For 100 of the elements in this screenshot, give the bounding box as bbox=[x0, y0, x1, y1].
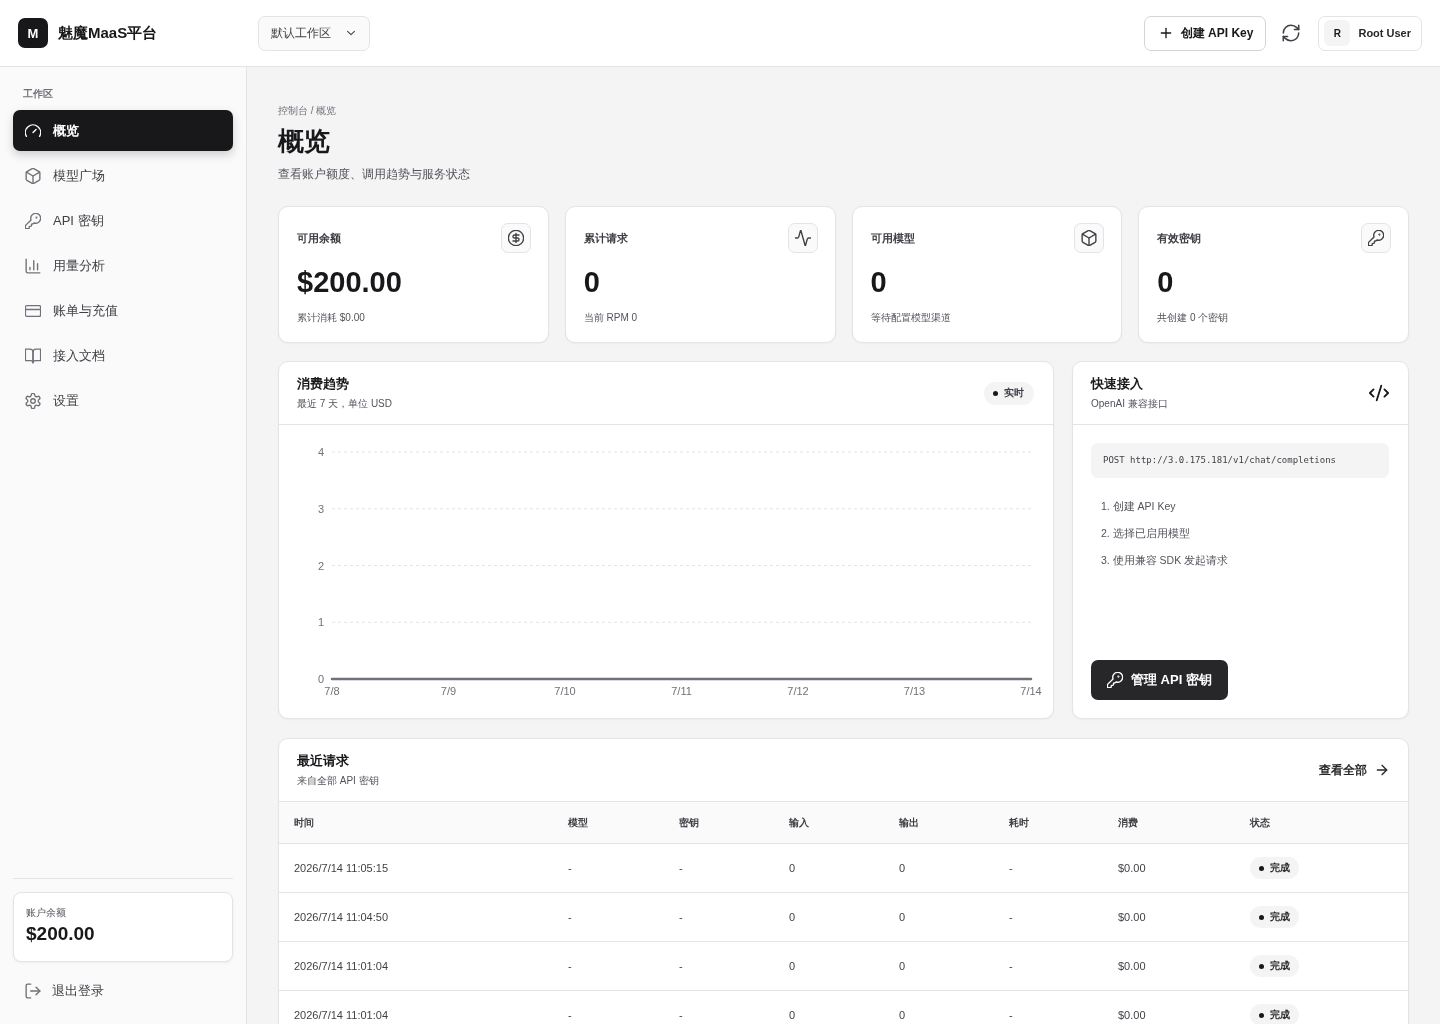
table-cell: 0 bbox=[899, 1009, 906, 1021]
table-cell: 2026/7/14 11:01:04 bbox=[294, 960, 388, 972]
stat-note: 等待配置模型渠道 bbox=[870, 311, 952, 325]
sidebar-item[interactable]: 概览 bbox=[13, 110, 233, 151]
key-icon bbox=[25, 212, 41, 229]
sidebar-item[interactable]: 设置 bbox=[13, 380, 233, 421]
column-header: 耗时 bbox=[1009, 815, 1029, 830]
logout-button[interactable]: 退出登录 bbox=[13, 970, 233, 1011]
status-dot-icon bbox=[993, 390, 998, 396]
x-axis-label: 7/12 bbox=[787, 685, 809, 697]
endpoint-code: POST http://3.0.175.181/v1/chat/completions bbox=[1091, 443, 1389, 478]
table-cell: - bbox=[568, 1009, 572, 1021]
table-cell: 0 bbox=[789, 1009, 796, 1021]
card-subtitle: 来自全部 API 密钥 bbox=[297, 774, 379, 788]
stat-value: 0 bbox=[583, 265, 601, 299]
table-cell: 0 bbox=[899, 911, 906, 923]
x-axis-label: 7/8 bbox=[324, 685, 340, 697]
gauge-icon bbox=[25, 122, 41, 139]
column-header: 状态 bbox=[1250, 815, 1270, 830]
section-label: 工作区 bbox=[22, 88, 54, 100]
stat-value: 0 bbox=[1157, 265, 1175, 299]
table-cell: - bbox=[1009, 911, 1013, 923]
table-cell: - bbox=[679, 862, 683, 874]
brand-name: 魅魔MaaS平台 bbox=[58, 23, 158, 43]
step-text: 1. 创建 API Key bbox=[1101, 499, 1177, 513]
sidebar-item[interactable]: 用量分析 bbox=[13, 245, 233, 286]
table-cell: - bbox=[568, 911, 572, 923]
column-header: 密钥 bbox=[679, 815, 699, 830]
logo-mark: M bbox=[18, 18, 48, 48]
balance-label: 账户余额 bbox=[26, 906, 67, 919]
view-all-link[interactable]: 查看全部 bbox=[1319, 761, 1389, 779]
table-cell: 0 bbox=[789, 960, 796, 972]
card-subtitle: OpenAI 兼容接口 bbox=[1091, 397, 1168, 411]
book-icon bbox=[25, 347, 41, 364]
create-api-key-button[interactable]: 创建 API Key bbox=[1143, 15, 1267, 51]
logout-icon bbox=[25, 982, 41, 999]
table-cell: 0 bbox=[789, 862, 796, 874]
column-header: 模型 bbox=[568, 815, 588, 830]
plus-icon bbox=[1158, 26, 1173, 40]
card-title: 消费趋势 bbox=[297, 375, 350, 393]
y-axis-label: 0 bbox=[317, 673, 324, 685]
status-dot-icon bbox=[1259, 963, 1264, 969]
sidebar-item[interactable]: API 密钥 bbox=[13, 200, 233, 241]
cube-icon bbox=[1074, 223, 1105, 253]
stat-note: 当前 RPM 0 bbox=[583, 311, 639, 325]
x-axis-label: 7/13 bbox=[903, 685, 926, 697]
table-cell: 2026/7/14 11:01:04 bbox=[294, 1009, 388, 1021]
x-axis-label: 7/14 bbox=[1020, 685, 1042, 697]
sidebar-item[interactable]: 接入文档 bbox=[13, 335, 233, 376]
table-cell: 0 bbox=[789, 911, 796, 923]
table-cell: - bbox=[568, 862, 572, 874]
key-icon bbox=[1361, 223, 1391, 253]
x-axis-label: 7/11 bbox=[671, 685, 692, 697]
credit-card-icon bbox=[25, 302, 41, 319]
pulse-icon bbox=[787, 223, 818, 253]
table-cell: $0.00 bbox=[1118, 1009, 1146, 1021]
table-cell: 0 bbox=[899, 960, 906, 972]
page-subtitle: 查看账户额度、调用趋势与服务状态 bbox=[278, 166, 471, 182]
status-dot-icon bbox=[1259, 914, 1264, 920]
table-cell: - bbox=[1009, 960, 1013, 972]
table-cell: - bbox=[1009, 862, 1013, 874]
table-cell: $0.00 bbox=[1118, 911, 1146, 923]
stat-value: 0 bbox=[870, 265, 888, 299]
workspace-select[interactable]: 默认工作区 bbox=[258, 15, 370, 51]
status-dot-icon bbox=[1259, 1012, 1264, 1018]
step-text: 2. 选择已启用模型 bbox=[1101, 526, 1191, 540]
code-icon bbox=[1369, 383, 1389, 403]
status-text: 完成 bbox=[1270, 959, 1290, 974]
status-text: 完成 bbox=[1270, 1008, 1290, 1023]
card-subtitle: 最近 7 天，单位 USD bbox=[297, 397, 392, 411]
page-title: 概览 bbox=[278, 125, 331, 158]
column-header: 消费 bbox=[1118, 815, 1138, 830]
bar-chart-icon bbox=[25, 257, 41, 274]
manage-api-keys-button[interactable]: 管理 API 密钥 bbox=[1091, 660, 1228, 700]
y-axis-label: 4 bbox=[317, 446, 324, 458]
breadcrumb: 控制台 / 概览 bbox=[278, 104, 338, 118]
table-cell: $0.00 bbox=[1118, 960, 1146, 972]
x-axis-label: 7/9 bbox=[440, 685, 457, 697]
balance-value: $200.00 bbox=[26, 922, 96, 946]
x-axis-label: 7/10 bbox=[554, 685, 576, 697]
table-cell: - bbox=[1009, 1009, 1013, 1021]
card-title: 最近请求 bbox=[297, 752, 350, 770]
sidebar-item[interactable]: 模型广场 bbox=[13, 155, 233, 196]
stat-label: 可用余额 bbox=[297, 230, 341, 246]
settings-icon bbox=[25, 392, 41, 409]
table-cell: 2026/7/14 11:04:50 bbox=[294, 911, 388, 923]
refresh-icon[interactable] bbox=[1282, 24, 1301, 42]
user-menu-button[interactable]: R Root User bbox=[1318, 15, 1422, 51]
column-header: 输入 bbox=[789, 815, 809, 830]
stat-label: 累计请求 bbox=[583, 230, 628, 246]
stat-label: 可用模型 bbox=[870, 230, 915, 246]
column-header: 输出 bbox=[899, 815, 919, 830]
stat-note: 共创建 0 个密钥 bbox=[1157, 311, 1230, 325]
y-axis-label: 1 bbox=[317, 616, 324, 629]
status-text: 完成 bbox=[1270, 861, 1290, 876]
table-cell: - bbox=[679, 911, 683, 923]
step-text: 3. 使用兼容 SDK 发起请求 bbox=[1101, 553, 1229, 567]
sidebar-item[interactable]: 账单与充值 bbox=[13, 290, 233, 331]
stat-value: $200.00 bbox=[297, 265, 403, 299]
status-text: 完成 bbox=[1270, 910, 1290, 925]
